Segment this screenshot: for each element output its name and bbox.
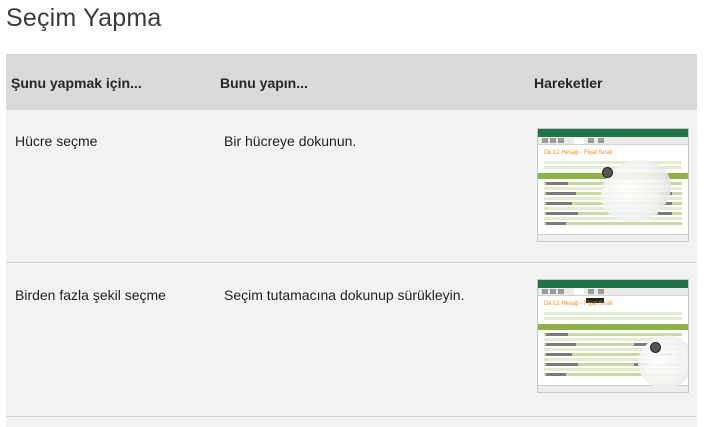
column-header-action: Bunu yapın... [220, 75, 308, 91]
column-header-gestures: Hareketler [534, 75, 603, 91]
gesture-table: Şunu yapmak için... Bunu yapın... Hareke… [6, 54, 697, 427]
action-cell: Bir hücreye dokunun. [224, 133, 357, 149]
table-header: Şunu yapmak için... Bunu yapın... Hareke… [6, 54, 697, 110]
page-title: Seçim Yapma [6, 4, 162, 32]
task-cell: Birden fazla şekil seçme [15, 287, 166, 303]
table-row: Birden fazla şekil seçme Seçim tutamacın… [6, 263, 697, 417]
tap-gesture-image: Dk 12 Hesap - Fiyat Sıralı [537, 128, 689, 242]
action-cell: Seçim tutamacına dokunup sürükleyin. [224, 287, 465, 303]
touch-point-icon [602, 167, 613, 178]
table-footer-space [6, 417, 697, 427]
drag-gesture-image: Dk 12 Hesap - Fiyat Sıralı [537, 279, 689, 393]
column-header-task: Şunu yapmak için... [11, 75, 142, 91]
drag-handle-icon [650, 342, 661, 353]
task-cell: Hücre seçme [15, 133, 98, 149]
table-row: Hücre seçme Bir hücreye dokunun. Dk 12 H… [6, 110, 697, 263]
sheet-title: Dk 12 Hesap - Fiyat Sıralı [544, 150, 613, 156]
sheet-title: Dk 12 Hesap - Fiyat Sıralı [544, 301, 613, 307]
